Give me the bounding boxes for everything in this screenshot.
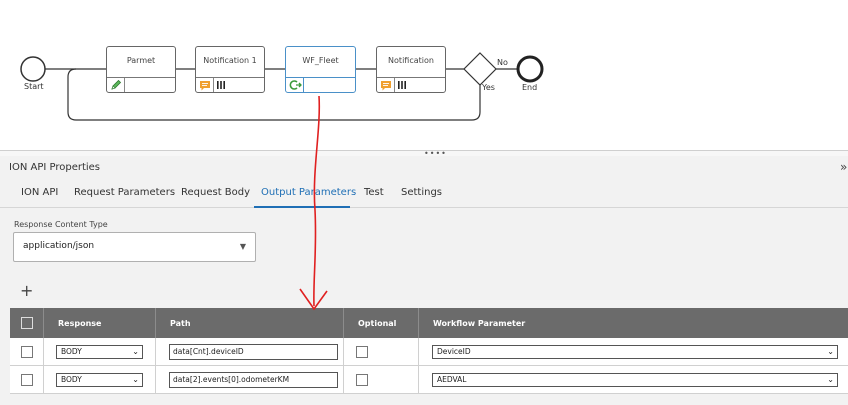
dropdown-caret-icon: ⌄ — [132, 347, 139, 356]
task-title: WF_Fleet — [302, 56, 339, 65]
response-value: BODY — [61, 347, 82, 356]
response-cell: BODY ⌄ — [44, 366, 156, 394]
decision-no-label: No — [497, 58, 508, 67]
column-header-workflow-parameter[interactable]: Workflow Parameter — [419, 308, 848, 338]
optional-cell — [344, 366, 419, 394]
dropdown-caret-icon: ⌄ — [132, 375, 139, 384]
task-notification-1[interactable]: Notification 1 — [195, 46, 265, 93]
path-cell: data[2].events[0].odometerKM — [156, 366, 344, 394]
response-select[interactable]: BODY ⌄ — [56, 345, 143, 359]
column-header-path[interactable]: Path — [156, 308, 344, 338]
tab-test[interactable]: Test — [364, 187, 384, 198]
collapse-panel-icon[interactable]: » — [840, 160, 847, 174]
select-all-cell — [10, 308, 44, 338]
panel-title: ION API Properties — [9, 162, 101, 173]
path-input[interactable]: data[Cnt].deviceID — [169, 344, 338, 360]
end-label: End — [522, 83, 538, 92]
row-checkbox[interactable] — [20, 374, 33, 386]
workflow-parameter-select[interactable]: AEDVAL ⌄ — [432, 373, 838, 387]
row-select-cell — [10, 338, 44, 366]
parallel-marker-icon — [214, 78, 228, 92]
row-checkbox[interactable] — [20, 346, 33, 358]
pencil-icon — [107, 78, 125, 92]
start-label: Start — [24, 82, 44, 91]
properties-panel: ION API Properties » ION API Request Par… — [0, 156, 848, 405]
properties-tabs: ION API Request Parameters Request Body … — [0, 180, 848, 208]
dropdown-caret-icon: ⌄ — [827, 375, 834, 384]
task-title: Notification 1 — [203, 56, 257, 65]
parallel-marker-icon — [395, 78, 409, 92]
active-tab-indicator — [254, 206, 350, 208]
workflow-parameter-value: DeviceID — [437, 347, 471, 356]
add-row-button[interactable]: + — [20, 283, 33, 299]
task-notification[interactable]: Notification — [376, 46, 446, 93]
response-content-type-value: application/json — [23, 241, 95, 251]
tab-output-parameters[interactable]: Output Parameters — [261, 187, 356, 198]
tab-request-body[interactable]: Request Body — [181, 187, 250, 198]
path-input[interactable]: data[2].events[0].odometerKM — [169, 372, 338, 388]
workflow-parameter-cell: AEDVAL ⌄ — [419, 366, 848, 394]
dropdown-caret-icon: ⌄ — [827, 347, 834, 356]
decision-gateway[interactable] — [463, 52, 497, 86]
column-header-response[interactable]: Response — [44, 308, 156, 338]
tab-ion-api[interactable]: ION API — [21, 187, 58, 198]
end-event[interactable] — [516, 55, 544, 83]
workflow-parameter-cell: DeviceID ⌄ — [419, 338, 848, 366]
task-wf-fleet[interactable]: WF_Fleet — [285, 46, 356, 93]
optional-checkbox[interactable] — [356, 374, 368, 386]
tab-request-parameters[interactable]: Request Parameters — [74, 187, 175, 198]
output-parameters-table-header: Response Path Optional Workflow Paramete… — [10, 308, 848, 338]
workflow-canvas: Start End No Yes Parmet Notification 1 W… — [0, 0, 848, 150]
dropdown-caret-icon: ▼ — [239, 242, 246, 251]
start-event[interactable] — [20, 56, 46, 82]
response-content-type-label: Response Content Type — [14, 220, 108, 229]
task-parmet[interactable]: Parmet — [106, 46, 176, 93]
task-title: Notification — [388, 56, 434, 65]
optional-checkbox[interactable] — [356, 346, 368, 358]
workflow-parameter-value: AEDVAL — [437, 375, 467, 384]
row-select-cell — [10, 366, 44, 394]
notification-icon — [196, 78, 214, 92]
response-value: BODY — [61, 375, 82, 384]
path-cell: data[Cnt].deviceID — [156, 338, 344, 366]
table-row: BODY ⌄ data[2].events[0].odometerKM AEDVA… — [10, 366, 848, 394]
decision-yes-label: Yes — [482, 83, 495, 92]
ion-api-icon — [286, 78, 304, 92]
response-select[interactable]: BODY ⌄ — [56, 373, 143, 387]
notification-icon — [377, 78, 395, 92]
table-row: BODY ⌄ data[Cnt].deviceID DeviceID ⌄ — [10, 338, 848, 366]
workflow-parameter-select[interactable]: DeviceID ⌄ — [432, 345, 838, 359]
response-content-type-select[interactable]: application/json ▼ — [13, 232, 256, 262]
column-header-optional[interactable]: Optional — [344, 308, 419, 338]
select-all-checkbox[interactable] — [21, 317, 33, 329]
task-title: Parmet — [126, 56, 156, 65]
optional-cell — [344, 338, 419, 366]
response-cell: BODY ⌄ — [44, 338, 156, 366]
tab-settings[interactable]: Settings — [401, 187, 442, 198]
